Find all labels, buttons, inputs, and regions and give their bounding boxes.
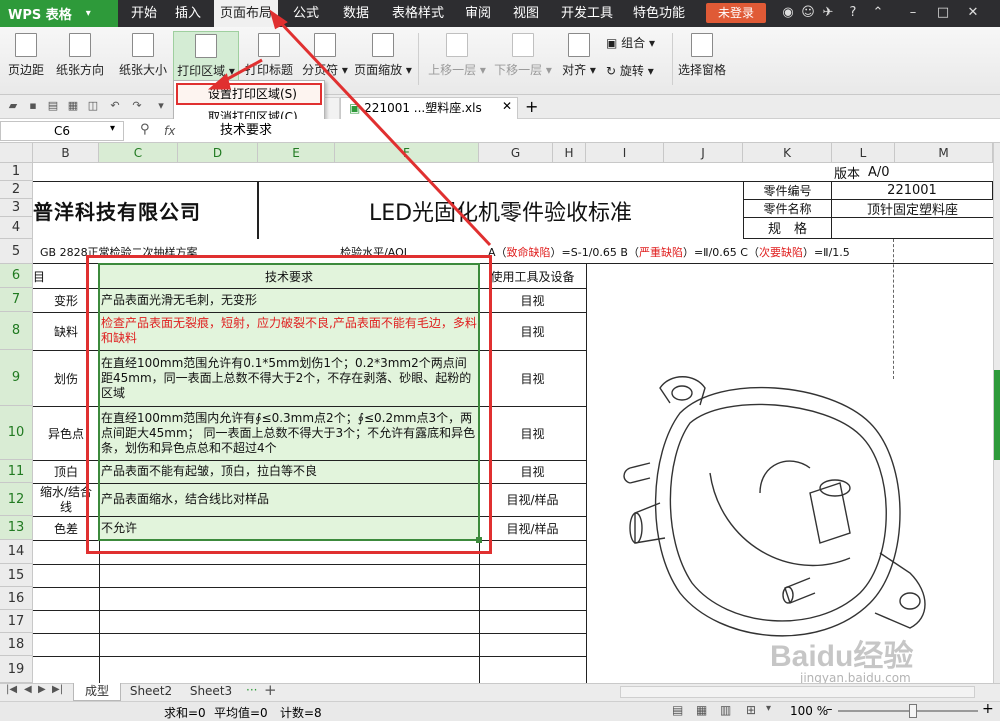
fullscreen-icon[interactable]: ⊞ <box>746 703 756 717</box>
page-layout-view-icon[interactable]: ▦ <box>696 703 707 717</box>
sheet-tab-molding[interactable]: 成型 <box>73 683 121 701</box>
zoom-out-icon[interactable]: – <box>826 702 833 717</box>
zoom-slider-track[interactable] <box>838 710 978 712</box>
status-sum: 求和=0 <box>164 706 206 720</box>
last-sheet-icon[interactable]: ▶| <box>52 684 63 695</box>
next-sheet-icon[interactable]: ▶ <box>38 684 46 695</box>
page-break-view-icon[interactable]: ▥ <box>720 703 731 717</box>
sheet-tab-sheet3[interactable]: Sheet3 <box>184 683 238 701</box>
add-sheet-icon[interactable]: + <box>264 681 277 699</box>
first-sheet-icon[interactable]: |◀ <box>6 684 17 695</box>
status-count: 计数=8 <box>280 706 322 720</box>
zoom-level: 100 % <box>790 704 829 718</box>
zoom-slider-thumb[interactable] <box>909 704 917 718</box>
horizontal-scrollbar[interactable] <box>620 686 975 698</box>
normal-view-icon[interactable]: ▤ <box>672 703 683 717</box>
view-options-icon[interactable]: ▾ <box>766 703 771 714</box>
more-sheets-icon[interactable]: ··· <box>246 683 257 697</box>
annotation-arrows <box>207 9 492 247</box>
scroll-thumb[interactable] <box>994 370 1000 460</box>
sheet-tab-sheet2[interactable]: Sheet2 <box>124 683 178 701</box>
zoom-in-icon[interactable]: + <box>982 701 994 717</box>
prev-sheet-icon[interactable]: ◀ <box>24 684 32 695</box>
status-average: 平均值=0 <box>214 706 268 720</box>
